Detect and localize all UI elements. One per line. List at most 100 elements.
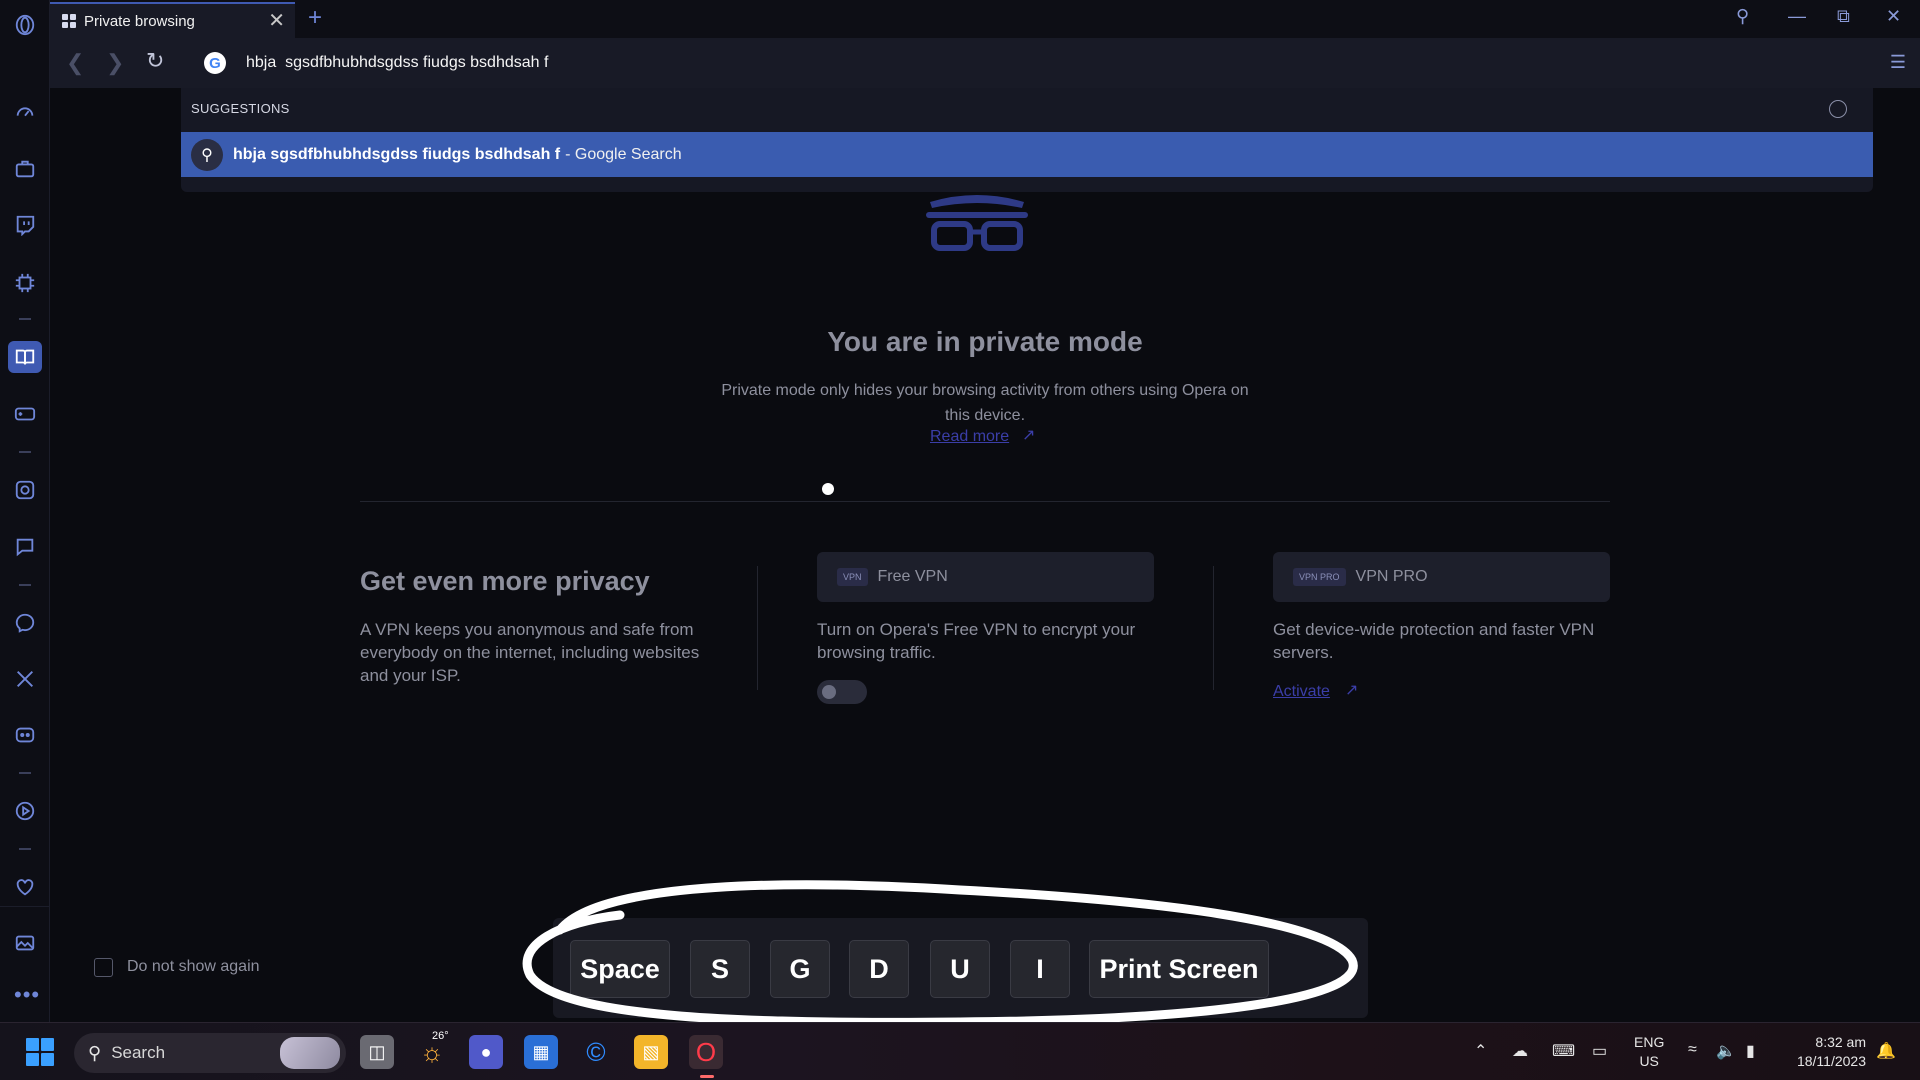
key-d: D	[849, 940, 909, 998]
windows-start-icon[interactable]	[26, 1038, 54, 1066]
do-not-show-label: Do not show again	[127, 958, 260, 975]
private-mode-title: You are in private mode	[827, 326, 1143, 357]
external-link-icon: ↗	[1022, 427, 1036, 444]
battery-icon[interactable]: ▮	[1746, 1041, 1755, 1061]
free-vpn-description: Turn on Opera's Free VPN to encrypt your…	[817, 620, 1136, 662]
key-s: S	[690, 940, 750, 998]
suggestion-query: hbja sgsdfbhubhdsgdss fiudgs bsdhdsah f	[233, 145, 561, 163]
reload-icon[interactable]: ↻	[146, 48, 164, 74]
sidebar: •••	[0, 0, 50, 1022]
chatgpt-icon[interactable]	[12, 477, 38, 503]
vpn-badge: VPN	[837, 568, 868, 586]
suggestions-heading: SUGGESTIONS	[191, 101, 290, 116]
external-link-icon: ↗	[1345, 682, 1359, 699]
cpu-icon[interactable]	[12, 270, 38, 296]
read-more-link[interactable]: Read more	[930, 428, 1009, 446]
volume-icon[interactable]: 🔈	[1716, 1041, 1736, 1061]
key-space: Space	[570, 940, 670, 998]
vpn-pro-description: Get device-wide protection and faster VP…	[1273, 620, 1595, 662]
address-bar-row: ❮ ❯ ↻ G ☰	[50, 38, 1920, 88]
chatsonic-icon[interactable]	[12, 534, 38, 560]
key-u: U	[930, 940, 990, 998]
suggestion-item[interactable]: ⚲ hbja sgsdfbhubhdsgdss fiudgs bsdhdsah …	[181, 132, 1873, 177]
more-icon[interactable]: •••	[14, 984, 40, 1006]
opera-logo-icon[interactable]	[12, 12, 38, 38]
restore-icon[interactable]: ⧉	[1837, 6, 1850, 27]
chevron-up-icon[interactable]: ⌃	[1474, 1041, 1487, 1061]
search-icon: ⚲	[88, 1042, 102, 1063]
messenger-icon[interactable]	[12, 610, 38, 636]
private-mode-spy-icon	[926, 195, 1028, 251]
private-mode-description: Private mode only hides your browsing ac…	[721, 382, 1249, 424]
vpn-pro-card: VPN PRO VPN PRO	[1273, 552, 1610, 602]
free-vpn-name: Free VPN	[877, 568, 948, 585]
vpn-pro-name: VPN PRO	[1355, 568, 1428, 585]
minimize-icon[interactable]: —	[1788, 6, 1806, 27]
key-i: I	[1010, 940, 1070, 998]
key-g: G	[770, 940, 830, 998]
region-code: US	[1639, 1053, 1659, 1069]
search-highlight-image	[280, 1037, 340, 1069]
key-print-screen: Print Screen	[1089, 940, 1269, 998]
divider	[360, 501, 1610, 502]
tab-private-browsing[interactable]: Private browsing ✕	[50, 2, 295, 38]
smile-icon[interactable]	[1829, 100, 1847, 118]
forward-icon[interactable]: ❯	[106, 50, 124, 76]
x-icon[interactable]	[12, 666, 38, 692]
address-input[interactable]	[246, 49, 1746, 77]
discord-icon[interactable]	[12, 722, 38, 748]
activate-link[interactable]: Activate	[1273, 683, 1330, 701]
onedrive-icon[interactable]: ☁	[1512, 1041, 1528, 1061]
free-vpn-card: VPN Free VPN	[817, 552, 1154, 602]
search-tabs-icon[interactable]: ⚲	[1736, 6, 1749, 27]
speed-dial-icon[interactable]	[12, 99, 38, 125]
wifi-icon[interactable]: ≈	[1688, 1041, 1697, 1059]
column-divider	[757, 566, 758, 690]
privacy-description: A VPN keeps you anonymous and safe from …	[360, 620, 700, 685]
twitch-icon[interactable]	[12, 212, 38, 238]
carousel-dot[interactable]	[822, 483, 834, 495]
keyboard-icon[interactable]: ⌨	[1552, 1041, 1575, 1061]
file-explorer-icon[interactable]: ▧	[634, 1035, 668, 1069]
privacy-title: Get even more privacy	[360, 566, 650, 596]
task-view-icon[interactable]: ◫	[360, 1035, 394, 1069]
close-tab-icon[interactable]: ✕	[268, 11, 285, 31]
search-icon: ⚲	[191, 138, 223, 171]
taskbar-search-label: Search	[111, 1043, 166, 1062]
briefcase-icon[interactable]	[12, 156, 38, 182]
private-tab-icon	[62, 14, 76, 28]
player-icon[interactable]	[12, 798, 38, 824]
taskbar-search[interactable]: ⚲ Search	[74, 1033, 346, 1073]
taskbar: ⚲ Search ◫ ☼ 26° ● ▦ © ▧ O ⌃ ☁ ⌨ ▭ ENG U…	[0, 1022, 1920, 1080]
vpn-pro-badge: VPN PRO	[1293, 568, 1346, 586]
close-window-icon[interactable]: ✕	[1886, 6, 1901, 27]
teams-icon[interactable]: ●	[469, 1035, 503, 1069]
suggestions-dropdown: SUGGESTIONS ⚲ hbja sgsdfbhubhdsgdss fiud…	[181, 88, 1873, 192]
heart-icon[interactable]	[12, 874, 38, 900]
free-vpn-toggle[interactable]	[817, 680, 867, 704]
reader-icon[interactable]	[8, 341, 42, 373]
tablet-icon[interactable]: ▭	[1592, 1041, 1607, 1061]
weather-temperature: 26°	[432, 1030, 449, 1042]
suggestion-suffix: - Google Search	[565, 145, 682, 163]
opera-taskbar-icon[interactable]: O	[689, 1035, 723, 1078]
games-icon[interactable]	[12, 401, 38, 427]
new-tab-button[interactable]: +	[308, 4, 322, 32]
back-icon[interactable]: ❮	[66, 50, 84, 76]
microsoft-store-icon[interactable]: ▦	[524, 1035, 558, 1069]
language-indicator[interactable]: ENG US	[1634, 1033, 1664, 1071]
notification-bell-icon[interactable]: 🔔	[1876, 1041, 1896, 1061]
easy-setup-icon[interactable]: ☰	[1890, 52, 1906, 73]
gallery-icon[interactable]	[12, 930, 38, 956]
language-code: ENG	[1634, 1034, 1665, 1050]
clock-time: 8:32 am	[1815, 1034, 1866, 1050]
tab-bar: Private browsing ✕ + ⚲ — ⧉ ✕	[50, 0, 1920, 38]
google-icon: G	[204, 52, 226, 74]
column-divider	[1213, 566, 1214, 690]
clock[interactable]: 8:32 am 18/11/2023	[1780, 1033, 1866, 1071]
clock-date: 18/11/2023	[1796, 1053, 1866, 1069]
tab-title: Private browsing	[84, 12, 195, 30]
do-not-show-checkbox[interactable]	[94, 958, 113, 977]
ccleaner-icon[interactable]: ©	[579, 1035, 613, 1069]
toggle-knob	[822, 685, 836, 699]
